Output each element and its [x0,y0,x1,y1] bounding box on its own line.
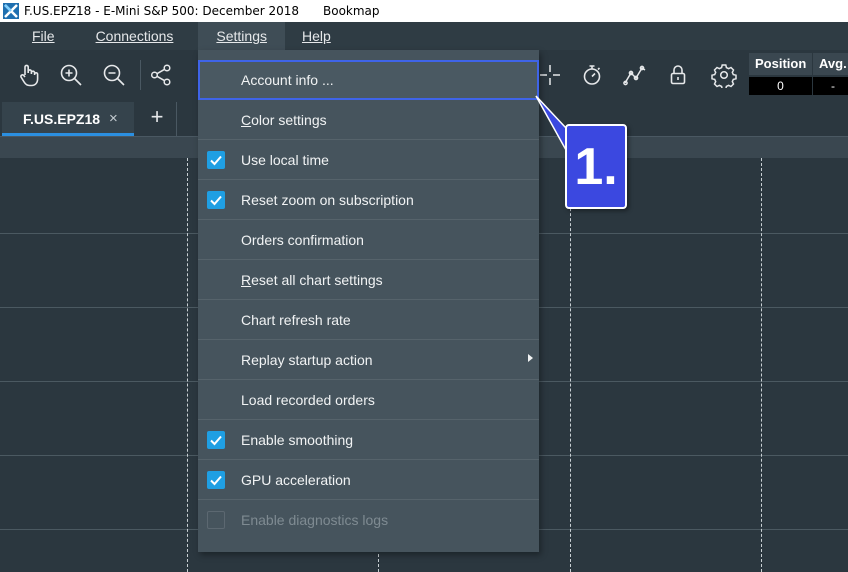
menu-settings[interactable]: Settings [198,22,285,50]
time-grid-line [761,158,762,572]
toolbar-divider [140,60,141,90]
menu-item-label-rest: olor settings [251,112,327,128]
menu-item-label: Enable smoothing [241,432,354,448]
zoom-out-icon[interactable] [101,62,127,88]
menu-file-label: File [32,28,55,44]
menu-item-label: Use local time [241,152,329,168]
menu-connections-label: Connections [95,28,174,44]
stopwatch-icon[interactable] [579,62,605,88]
position-header: Position [749,53,812,75]
menu-help[interactable]: Help [288,22,345,50]
time-grid-line [187,158,188,572]
checkbox-checked-icon[interactable] [207,471,225,489]
menu-item-replay-startup-action[interactable]: Replay startup action [198,340,539,380]
lock-icon[interactable] [665,62,691,88]
tab-divider [176,102,177,136]
menu-item-chart-refresh-rate[interactable]: Chart refresh rate [198,300,539,340]
menu-item-label: Chart refresh rate [241,312,351,328]
menu-item-use-local-time[interactable]: Use local time [198,140,539,180]
window-title-bar: F.US.EPZ18 - E-Mini S&P 500: December 20… [0,0,848,22]
menu-bar: File Connections Settings Help [0,22,848,50]
share-icon[interactable] [148,62,174,88]
indicator-chart-icon[interactable] [622,62,648,88]
menu-item-label: Load recorded orders [241,392,375,408]
avg-header: Avg. [813,53,848,75]
menu-connections[interactable]: Connections [82,22,188,50]
menu-item-label: GPU acceleration [241,472,351,488]
tab-instrument[interactable]: F.US.EPZ18 × [2,102,134,136]
add-tab-button[interactable]: + [142,103,172,133]
menu-item-label: Account info ... [241,72,334,88]
checkbox-unchecked-icon [207,511,225,529]
menu-item-orders-confirmation[interactable]: Orders confirmation [198,220,539,260]
position-value: 0 [749,77,812,95]
menu-item-enable-smoothing[interactable]: Enable smoothing [198,420,539,460]
position-panel: Position Avg. 0 - [749,53,848,95]
menu-item-label: Replay startup action [241,352,373,368]
hand-pointer-icon[interactable] [16,62,42,88]
bookmap-logo-icon [3,3,19,19]
menu-item-load-recorded-orders[interactable]: Load recorded orders [198,380,539,420]
close-icon[interactable]: × [109,110,118,127]
menu-item-label: Color settings [241,112,327,128]
menu-item-label: Reset zoom on subscription [241,192,414,208]
menu-item-account-info[interactable]: Account info ... [198,60,539,100]
menu-item-label: Orders confirmation [241,232,364,248]
menu-item-label: Reset all chart settings [241,272,383,288]
settings-dropdown-menu: Account info ... Color settings Use loca… [198,50,539,552]
menu-item-enable-diagnostics-logs: Enable diagnostics logs [198,500,539,540]
avg-value: - [813,77,848,95]
step-callout-badge: 1. [565,124,627,209]
menu-item-reset-chart-settings[interactable]: Reset all chart settings [198,260,539,300]
window-title: F.US.EPZ18 - E-Mini S&P 500: December 20… [24,4,299,18]
menu-item-reset-zoom[interactable]: Reset zoom on subscription [198,180,539,220]
menu-item-label: Enable diagnostics logs [241,512,389,528]
gear-icon[interactable] [711,62,737,90]
menu-help-label: Help [301,28,331,44]
checkbox-checked-icon[interactable] [207,191,225,209]
time-grid-line [570,158,571,572]
zoom-in-icon[interactable] [58,62,84,88]
checkbox-checked-icon[interactable] [207,151,225,169]
submenu-arrow-icon [528,354,533,362]
menu-file[interactable]: File [18,22,69,50]
menu-item-label-rest: eset all chart settings [251,272,383,288]
app-name: Bookmap [323,4,380,18]
tab-label: F.US.EPZ18 [23,111,101,127]
menu-settings-label: Settings [216,28,267,44]
menu-item-color-settings[interactable]: Color settings [198,100,539,140]
checkbox-checked-icon[interactable] [207,431,225,449]
menu-item-gpu-acceleration[interactable]: GPU acceleration [198,460,539,500]
crosshair-icon[interactable] [537,62,563,88]
